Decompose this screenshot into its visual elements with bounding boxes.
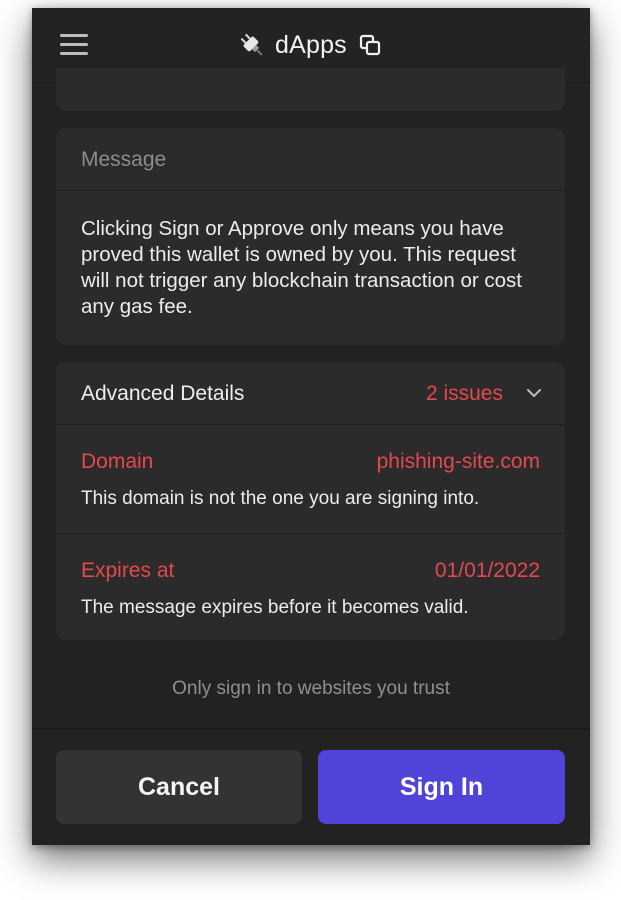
expires-description: The message expires before it becomes va… (81, 597, 469, 618)
domain-description: This domain is not the one you are signi… (81, 488, 480, 509)
chevron-down-icon[interactable] (525, 384, 543, 402)
message-card: Message Clicking Sign or Approve only me… (56, 128, 565, 345)
issues-count[interactable]: 2 issues (426, 382, 503, 406)
hamburger-menu-icon[interactable] (60, 34, 90, 56)
advanced-details-title[interactable]: Advanced Details (81, 382, 244, 406)
trust-notice: Only sign in to websites you trust (172, 678, 450, 699)
domain-label: Domain (81, 450, 154, 473)
sign-in-button[interactable]: Sign In (318, 750, 565, 824)
expires-label: Expires at (81, 559, 175, 582)
message-text: Clicking Sign or Approve only means you … (81, 217, 522, 318)
message-divider (56, 190, 565, 191)
footer-bar: Cancel Sign In (32, 728, 590, 845)
collapsed-card (56, 68, 565, 111)
advanced-divider (56, 424, 565, 425)
header-title-group: dApps (237, 26, 381, 64)
message-label: Message (81, 148, 167, 171)
domain-value: phishing-site.com (376, 450, 540, 473)
page-title: dApps (275, 30, 347, 59)
row-divider (56, 533, 565, 534)
wallet-window: dApps Message Clicking Sign or Approve o… (32, 8, 590, 845)
plug-icon (240, 33, 263, 56)
cancel-button[interactable]: Cancel (56, 750, 302, 824)
advanced-details-card: Advanced Details 2 issues Domain phishin… (56, 362, 565, 640)
expires-value: 01/01/2022 (434, 559, 540, 582)
copy-icon[interactable] (359, 34, 381, 56)
